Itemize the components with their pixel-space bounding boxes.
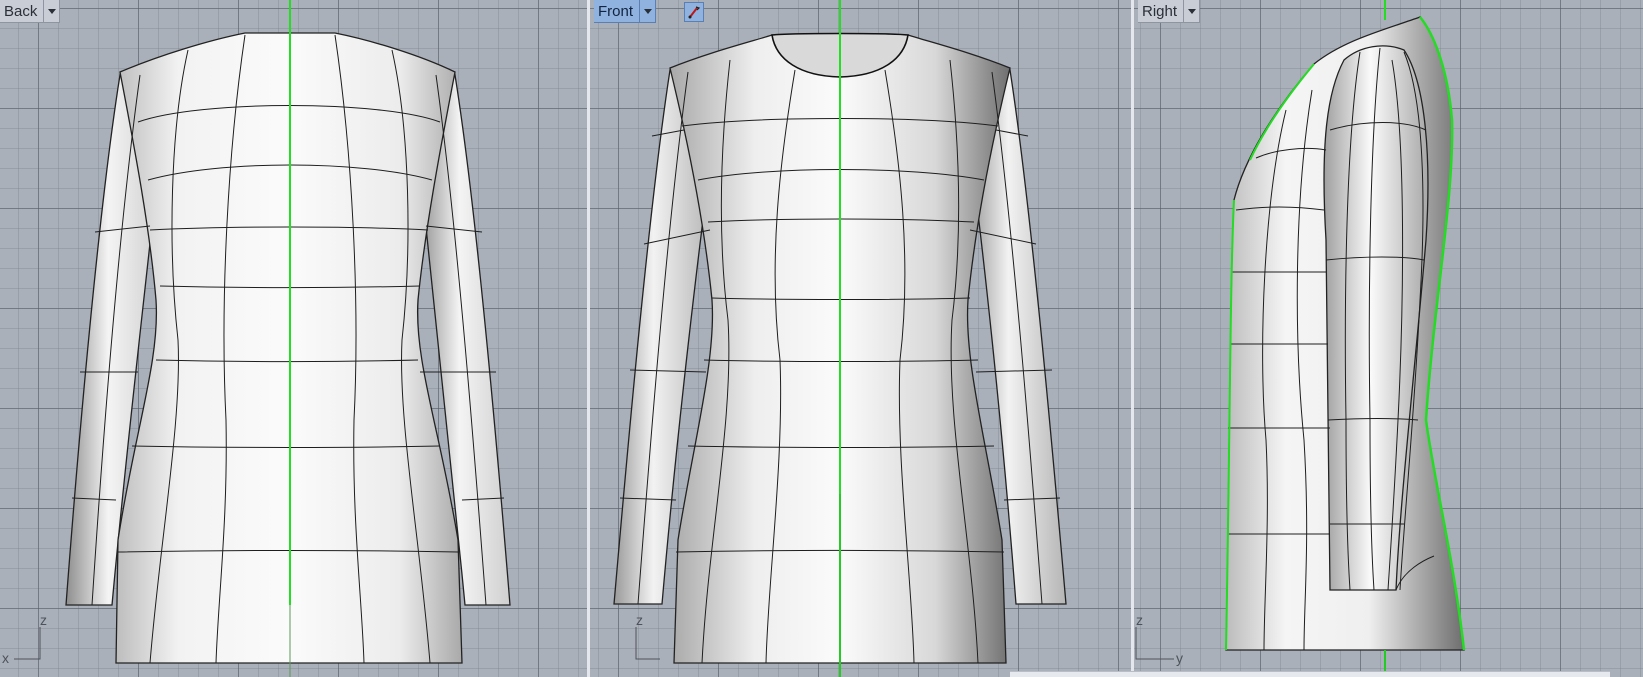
axis-label-h: x	[2, 650, 9, 666]
garment-back-view	[65, 0, 511, 677]
viewport-title-text: Back	[4, 2, 38, 20]
viewport-title-back[interactable]: Back	[0, 0, 61, 23]
status-strip	[1010, 671, 1610, 677]
axis-indicator-icon: z x	[635, 612, 660, 660]
viewport-right[interactable]: Right z y	[1134, 0, 1643, 677]
axis-indicator-icon: z y	[1135, 612, 1183, 666]
viewport-front[interactable]: Front z x	[590, 0, 1131, 677]
viewport-title-front[interactable]: Front	[594, 0, 657, 23]
axis-label-z: z	[40, 612, 47, 628]
axis-label-z: z	[1136, 612, 1143, 628]
chevron-down-icon[interactable]	[639, 0, 655, 22]
chevron-down-icon[interactable]	[43, 0, 59, 22]
viewport-title-text: Front	[598, 2, 634, 20]
viewport-title-right[interactable]: Right	[1138, 0, 1201, 23]
viewport-title-text: Right	[1142, 2, 1178, 20]
chevron-down-icon[interactable]	[1183, 0, 1199, 22]
rhino-viewports: Back z x Front z Right z y	[0, 0, 1643, 677]
gumball-pen-icon[interactable]	[684, 2, 704, 22]
axis-label-h: y	[1176, 650, 1183, 666]
axis-label-z: z	[636, 612, 643, 628]
viewport-back[interactable]: Back z x	[0, 0, 587, 677]
axis-indicator-icon: z x	[2, 612, 47, 666]
garment-front-view	[613, 0, 1067, 677]
garment-right-view	[1225, 0, 1466, 677]
